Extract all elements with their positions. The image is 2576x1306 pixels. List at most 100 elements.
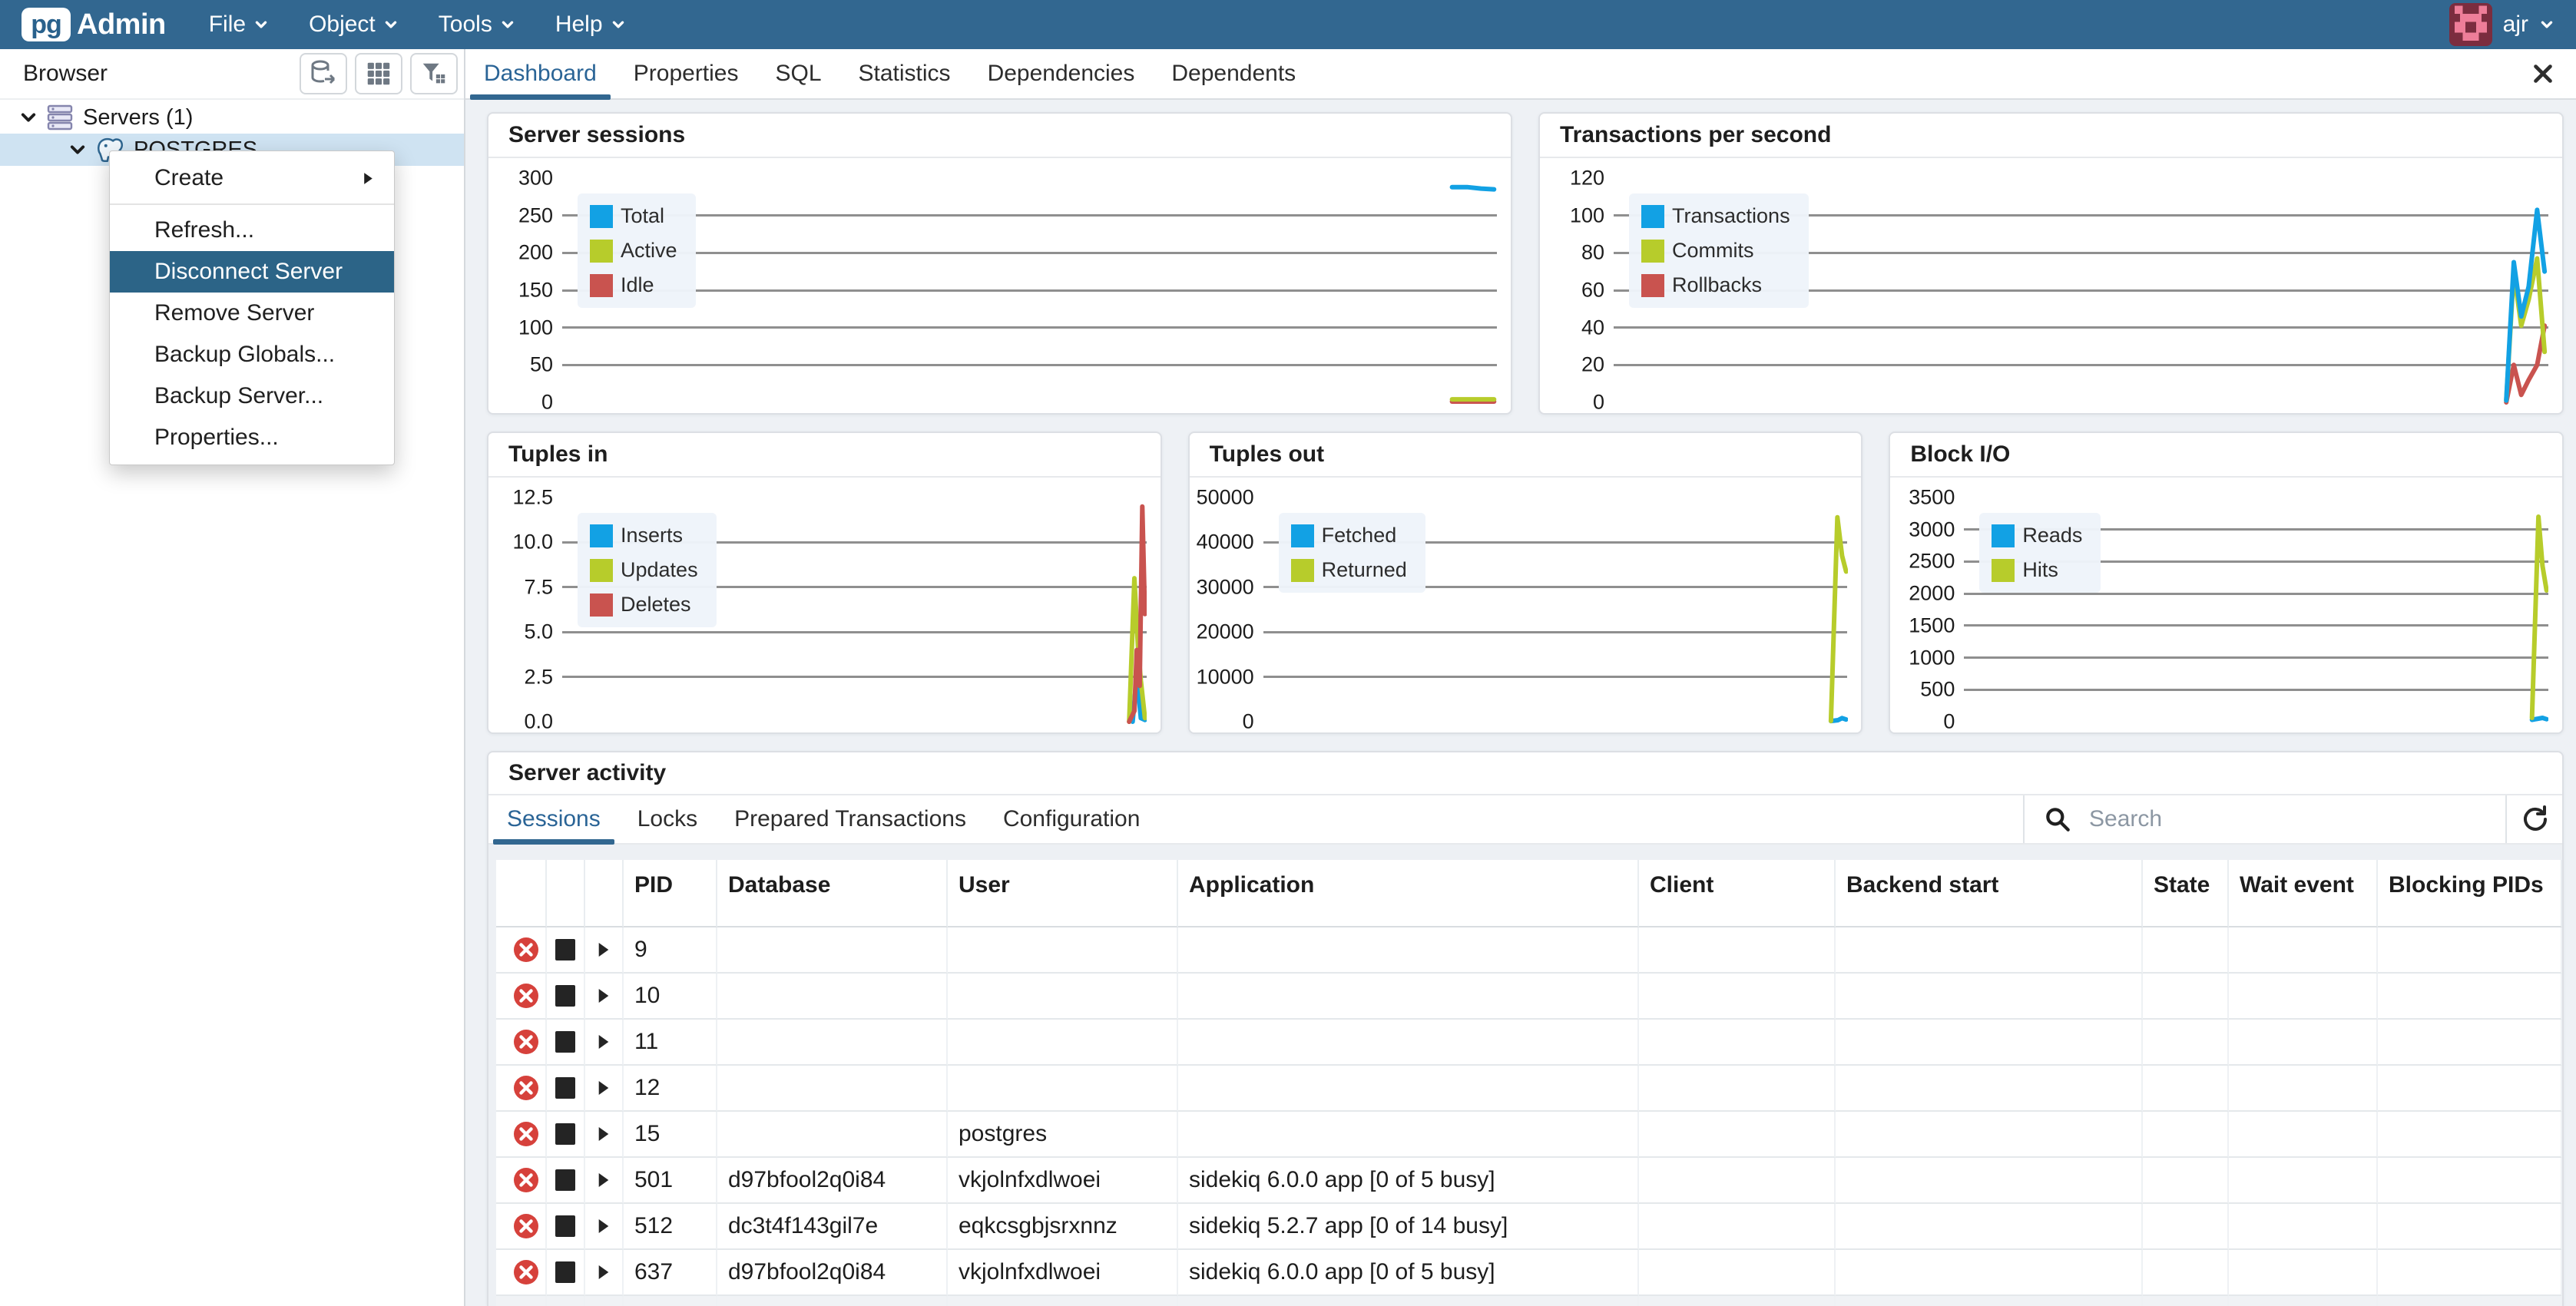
filter-button[interactable] (410, 53, 458, 94)
column-header-pid[interactable]: PID (624, 860, 717, 927)
column-header-application[interactable]: Application (1178, 860, 1639, 927)
y-axis-tick: 0 (1540, 391, 1604, 415)
chevron-down-icon[interactable] (68, 141, 88, 159)
chart-legend: InsertsUpdatesDeletes (578, 513, 717, 627)
terminate-session-button[interactable] (507, 1158, 547, 1204)
chevron-down-icon[interactable] (18, 108, 38, 127)
terminate-session-button[interactable] (507, 927, 547, 974)
expand-icon (597, 941, 611, 958)
refresh-button[interactable] (2507, 795, 2562, 843)
column-header-blocking-pids[interactable]: Blocking PIDs (2378, 860, 2562, 927)
activity-tab-sessions[interactable]: Sessions (488, 795, 619, 843)
context-menu-item-properties[interactable]: Properties... (110, 417, 394, 458)
expand-row-button[interactable] (585, 1112, 624, 1158)
session-wait-event-cell (2229, 1020, 2378, 1066)
column-header-backend-start[interactable]: Backend start (1836, 860, 2143, 927)
expand-row-button[interactable] (585, 1204, 624, 1250)
session-backend-start-cell (1836, 1250, 2143, 1296)
tab-properties[interactable]: Properties (615, 49, 757, 98)
session-user-cell: postgres (948, 1112, 1178, 1158)
view-data-button[interactable] (300, 53, 347, 94)
terminate-session-button[interactable] (507, 1250, 547, 1296)
session-client-cell (1639, 1066, 1836, 1112)
menu-object[interactable]: Object (309, 12, 399, 38)
legend-item-returned: Returned (1291, 558, 1407, 582)
grid-button[interactable] (355, 53, 402, 94)
session-application-cell (1178, 974, 1639, 1020)
context-menu-item-refresh[interactable]: Refresh... (110, 210, 394, 251)
legend-item-updates: Updates (590, 558, 698, 582)
legend-item-rollbacks: Rollbacks (1641, 273, 1790, 297)
expand-row-button[interactable] (585, 1158, 624, 1204)
activity-tab-locks[interactable]: Locks (619, 795, 716, 843)
tab-label: Statistics (859, 61, 951, 87)
browser-toolbar (292, 53, 458, 94)
session-database-cell: d97bfool2q0i84 (717, 1158, 948, 1204)
terminate-session-button[interactable] (507, 1020, 547, 1066)
context-menu-item-backup-globals[interactable]: Backup Globals... (110, 334, 394, 375)
sessions-table-area: PIDDatabaseUserApplicationClientBackend … (488, 845, 2562, 1306)
close-panel-button[interactable] (2530, 49, 2576, 98)
menu-help[interactable]: Help (555, 12, 626, 38)
terminate-session-button[interactable] (507, 1204, 547, 1250)
partial-row-cell (547, 1296, 585, 1306)
tab-dashboard[interactable]: Dashboard (465, 49, 615, 98)
cancel-query-button[interactable] (547, 1020, 585, 1066)
menu-file[interactable]: File (209, 12, 269, 38)
pgadmin-logo-text: Admin (77, 8, 166, 41)
session-client-cell (1639, 1158, 1836, 1204)
column-header-database[interactable]: Database (717, 860, 948, 927)
activity-tab-configuration[interactable]: Configuration (985, 795, 1158, 843)
legend-item-hits: Hits (1992, 558, 2082, 582)
session-user-cell (948, 974, 1178, 1020)
session-wait-event-cell (2229, 974, 2378, 1020)
tab-sql[interactable]: SQL (757, 49, 840, 98)
tab-statistics[interactable]: Statistics (840, 49, 969, 98)
grid-icon (364, 59, 393, 88)
caret-down-icon (253, 17, 269, 32)
session-backend-start-cell (1836, 1112, 2143, 1158)
cancel-query-button[interactable] (547, 1158, 585, 1204)
cancel-query-button[interactable] (547, 927, 585, 974)
context-menu-item-disconnect-server[interactable]: Disconnect Server (110, 251, 394, 293)
partial-row-cell (948, 1296, 1178, 1306)
cancel-query-button[interactable] (547, 1066, 585, 1112)
user-menu[interactable]: ajr (2449, 3, 2554, 46)
avatar (2449, 3, 2492, 46)
context-menu-label: Refresh... (154, 217, 254, 243)
expand-row-button[interactable] (585, 927, 624, 974)
terminate-session-button[interactable] (507, 1112, 547, 1158)
tab-dependencies[interactable]: Dependencies (969, 49, 1154, 98)
cancel-query-button[interactable] (547, 1250, 585, 1296)
server-activity-panel: Server activity SessionsLocksPrepared Tr… (487, 751, 2564, 1306)
tree-item-servers-1-[interactable]: Servers (1) (0, 101, 464, 134)
context-menu-item-remove-server[interactable]: Remove Server (110, 293, 394, 334)
session-application-cell: sidekiq 6.0.0 app [0 of 5 busy] (1178, 1158, 1639, 1204)
column-header-wait-event[interactable]: Wait event (2229, 860, 2378, 927)
context-menu-label: Backup Server... (154, 383, 323, 409)
expand-row-button[interactable] (585, 1250, 624, 1296)
terminate-session-button[interactable] (507, 974, 547, 1020)
y-axis-tick: 40000 (1190, 531, 1254, 554)
search-input[interactable] (2088, 805, 2487, 833)
context-menu-item-create[interactable]: Create (110, 157, 394, 199)
charts-row-1: Server sessions300250200150100500TotalAc… (487, 112, 2564, 415)
expand-row-button[interactable] (585, 974, 624, 1020)
column-header-state[interactable]: State (2143, 860, 2229, 927)
menu-tools[interactable]: Tools (439, 12, 515, 38)
y-axis-tick: 300 (488, 167, 553, 190)
activity-tab-prepared-transactions[interactable]: Prepared Transactions (716, 795, 985, 843)
terminate-icon (512, 1120, 540, 1148)
cancel-query-button[interactable] (547, 974, 585, 1020)
session-backend-start-cell (1836, 1158, 2143, 1204)
context-menu-item-backup-server[interactable]: Backup Server... (110, 375, 394, 417)
cancel-query-button[interactable] (547, 1204, 585, 1250)
expand-row-button[interactable] (585, 1020, 624, 1066)
column-header-client[interactable]: Client (1639, 860, 1836, 927)
column-header-user[interactable]: User (948, 860, 1178, 927)
cancel-query-button[interactable] (547, 1112, 585, 1158)
terminate-session-button[interactable] (507, 1066, 547, 1112)
expand-row-button[interactable] (585, 1066, 624, 1112)
legend-swatch (1641, 205, 1664, 228)
tab-dependents[interactable]: Dependents (1153, 49, 1314, 98)
